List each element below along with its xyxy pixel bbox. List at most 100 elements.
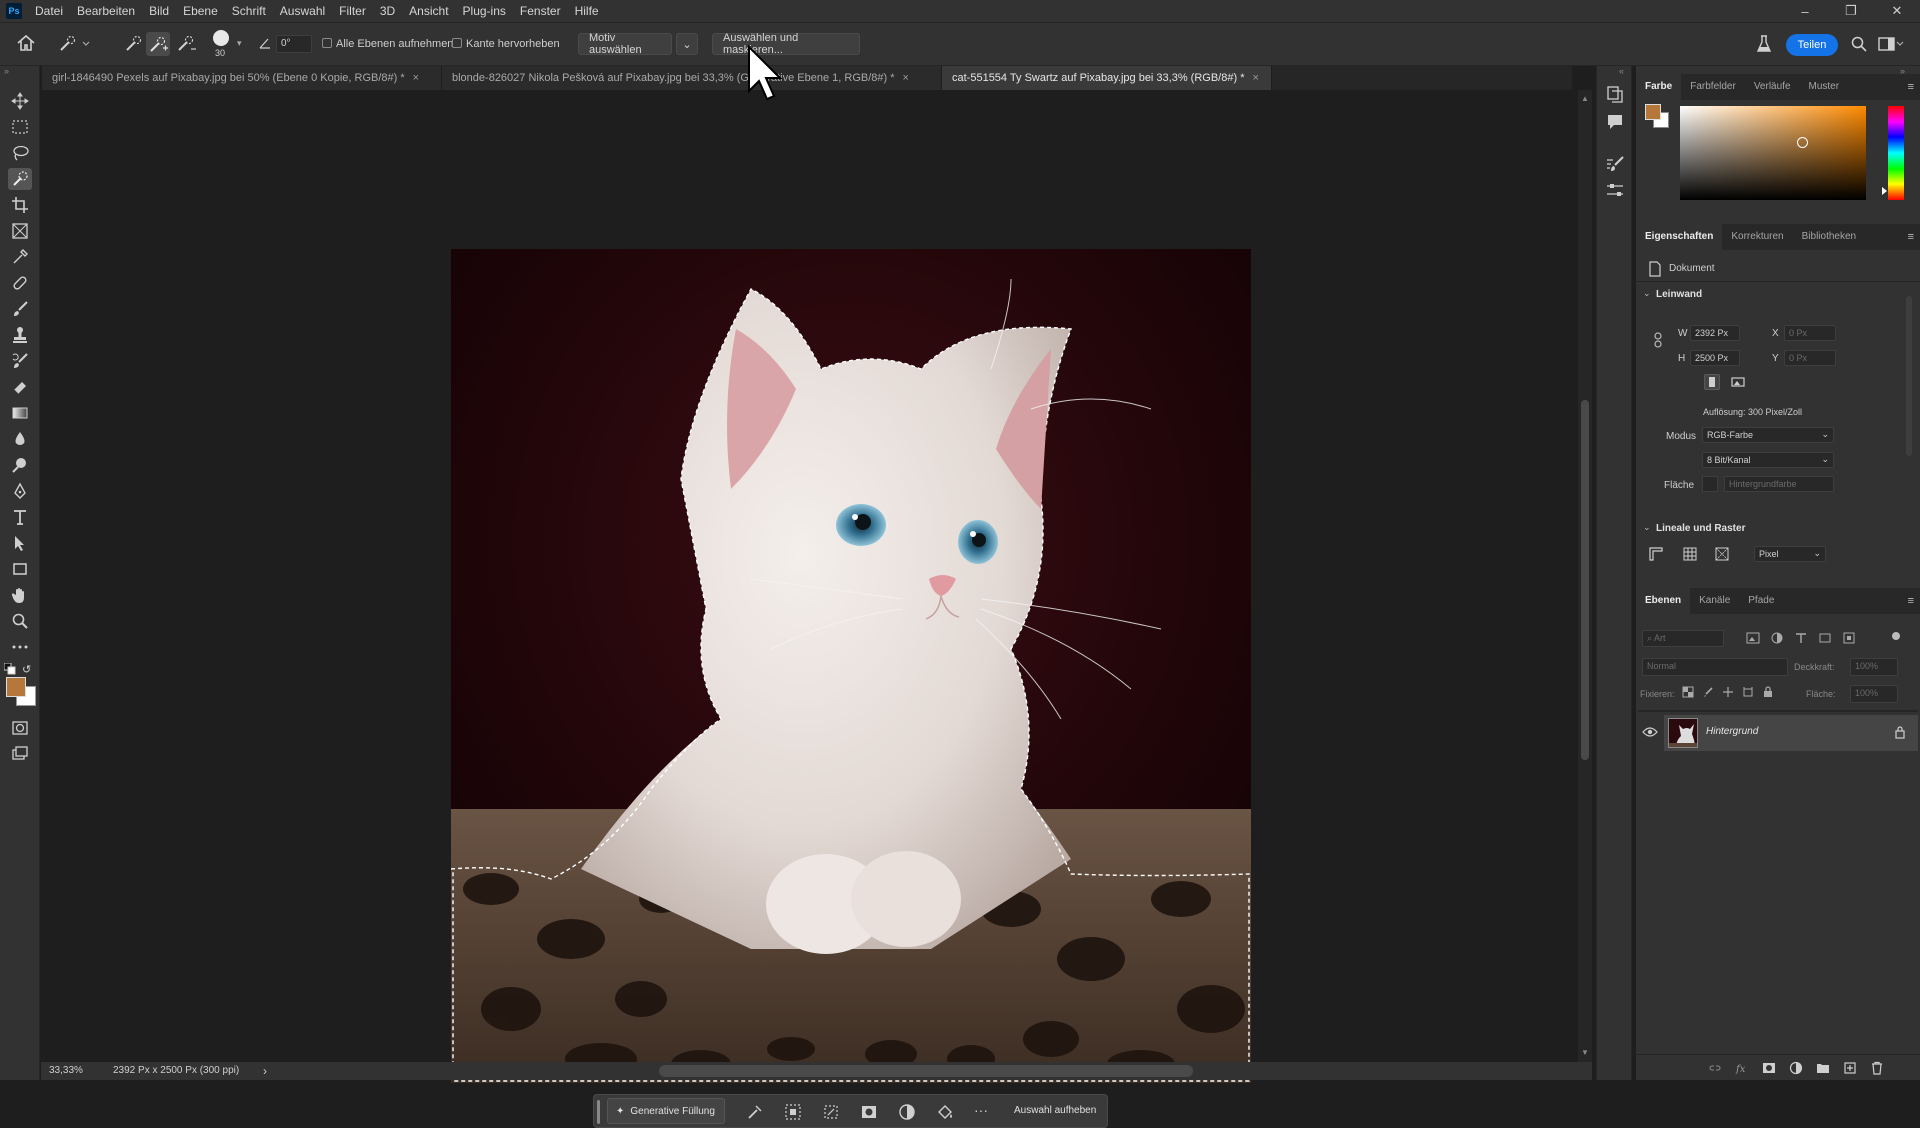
panel-menu-icon[interactable]: ≡	[1908, 81, 1914, 93]
hue-slider-handle-icon[interactable]	[1882, 187, 1887, 195]
new-adjustment-layer-icon[interactable]	[1789, 1061, 1803, 1075]
tab-bibliotheken[interactable]: Bibliotheken	[1793, 224, 1865, 250]
rectangle-tool-icon[interactable]	[8, 558, 32, 580]
scroll-up-icon[interactable]: ▲	[1581, 94, 1589, 103]
tab-cat[interactable]: cat-551554 Ty Swartz auf Pixabay.jpg bei…	[942, 66, 1272, 90]
horizontal-scroll-thumb[interactable]	[659, 1065, 1193, 1077]
brush-size-icon[interactable]	[213, 30, 229, 46]
menu-bild[interactable]: Bild	[142, 0, 176, 22]
lock-position-icon[interactable]	[1722, 686, 1734, 698]
bit-depth-select[interactable]: 8 Bit/Kanal ⌄	[1702, 452, 1834, 468]
foreground-color-swatch[interactable]	[6, 677, 26, 697]
menu-bearbeiten[interactable]: Bearbeiten	[70, 0, 142, 22]
tab-muster[interactable]: Muster	[1800, 74, 1849, 100]
scroll-down-icon[interactable]: ▼	[1581, 1048, 1589, 1057]
dodge-tool-icon[interactable]	[8, 454, 32, 476]
quick-selection-tool-icon[interactable]	[8, 168, 32, 190]
tab-pfade[interactable]: Pfade	[1739, 588, 1783, 614]
guides-icon[interactable]	[1714, 546, 1730, 562]
healing-brush-tool-icon[interactable]	[8, 272, 32, 294]
height-input[interactable]: 2500 Px	[1690, 350, 1740, 366]
opacity-input[interactable]: 100%	[1850, 658, 1898, 676]
enhance-edge-checkbox[interactable]: Kante hervorheben	[452, 38, 560, 50]
x-input[interactable]: 0 Px	[1784, 325, 1836, 341]
brush-tool-icon[interactable]	[8, 298, 32, 320]
close-tab-icon[interactable]: ×	[903, 72, 909, 84]
y-input[interactable]: 0 Px	[1784, 350, 1836, 366]
lock-artboard-icon[interactable]	[1742, 686, 1754, 698]
grid-icon[interactable]	[1682, 546, 1698, 562]
more-options-icon[interactable]: ···	[974, 1102, 988, 1118]
menu-auswahl[interactable]: Auswahl	[273, 0, 332, 22]
invert-selection-icon[interactable]	[784, 1103, 802, 1121]
sample-all-layers-checkbox[interactable]: Alle Ebenen aufnehmen	[322, 38, 453, 50]
lasso-tool-icon[interactable]	[8, 142, 32, 164]
adjustments-panel-icon[interactable]	[1605, 180, 1625, 200]
fx-icon[interactable]: fx	[1735, 1061, 1749, 1075]
collapse-toolbar-icon[interactable]: »	[4, 66, 9, 76]
lock-pixels-icon[interactable]	[1702, 686, 1714, 698]
zoom-tool-icon[interactable]	[8, 610, 32, 632]
search-icon[interactable]	[1850, 35, 1868, 53]
delete-layer-icon[interactable]	[1870, 1061, 1884, 1075]
panel-menu-icon[interactable]: ≡	[1908, 231, 1914, 243]
eye-visibility-icon[interactable]	[1642, 726, 1658, 738]
image-filter-icon[interactable]	[1746, 632, 1760, 644]
tab-girl[interactable]: girl-1846490 Pexels auf Pixabay.jpg bei …	[42, 66, 442, 90]
brush-dropdown-icon[interactable]: ▾	[237, 38, 242, 49]
history-brush-tool-icon[interactable]	[8, 350, 32, 372]
quick-selection-preset-icon[interactable]	[58, 35, 92, 53]
canvas-area[interactable]: ✦ Generative Füllung ··· Auswahl aufheben	[41, 45, 1578, 1128]
chevron-down-icon[interactable]: ⌄	[1643, 288, 1651, 299]
menu-ebene[interactable]: Ebene	[176, 0, 225, 22]
add-to-selection-icon[interactable]	[146, 32, 170, 56]
width-input[interactable]: 2392 Px	[1690, 325, 1740, 341]
fill-color-swatch[interactable]	[1702, 476, 1718, 492]
close-tab-icon[interactable]: ×	[1252, 72, 1258, 84]
mode-select[interactable]: RGB-Farbe ⌄	[1702, 427, 1834, 443]
link-layers-icon[interactable]	[1708, 1061, 1722, 1075]
rulers-grid-section-title[interactable]: Lineale und Raster	[1656, 523, 1745, 534]
menu-schrift[interactable]: Schrift	[225, 0, 273, 22]
quick-mask-icon[interactable]	[8, 717, 32, 739]
layer-row-hintergrund[interactable]: Hintergrund	[1664, 715, 1918, 751]
link-icon[interactable]	[1652, 332, 1664, 348]
history-panel-icon[interactable]	[1605, 84, 1625, 104]
menu-hilfe[interactable]: Hilfe	[568, 0, 606, 22]
lock-transparency-icon[interactable]	[1682, 686, 1694, 698]
panel-menu-icon[interactable]: ≡	[1908, 595, 1914, 607]
comments-panel-icon[interactable]	[1605, 112, 1625, 132]
mask-icon[interactable]	[860, 1103, 878, 1121]
new-group-icon[interactable]	[1816, 1061, 1830, 1075]
status-menu-arrow[interactable]: ›	[263, 1064, 267, 1078]
tab-farbe[interactable]: Farbe	[1636, 74, 1682, 100]
blend-mode-select[interactable]: Normal	[1642, 658, 1788, 676]
eyedropper-tool-icon[interactable]	[8, 246, 32, 268]
zoom-level[interactable]: 33,33%	[49, 1065, 83, 1076]
ruler-units-select[interactable]: Pixel ⌄	[1754, 546, 1826, 562]
color-picker-handle[interactable]	[1797, 137, 1808, 148]
tab-kanaele[interactable]: Kanäle	[1690, 588, 1739, 614]
flask-icon[interactable]	[1755, 34, 1773, 54]
new-layer-icon[interactable]	[1843, 1061, 1857, 1075]
path-selection-tool-icon[interactable]	[8, 532, 32, 554]
pen-tool-icon[interactable]	[8, 480, 32, 502]
canvas-section-title[interactable]: Leinwand	[1656, 289, 1702, 300]
blur-tool-icon[interactable]	[8, 428, 32, 450]
hue-slider[interactable]	[1888, 106, 1904, 200]
more-tools-icon[interactable]	[8, 636, 32, 658]
marquee-tool-icon[interactable]	[8, 116, 32, 138]
shape-filter-icon[interactable]	[1818, 632, 1832, 644]
default-colors-icon[interactable]	[4, 663, 16, 675]
adjustment-layer-icon[interactable]	[898, 1103, 916, 1121]
transform-selection-icon[interactable]	[822, 1103, 840, 1121]
generative-fill-button[interactable]: ✦ Generative Füllung	[607, 1098, 725, 1124]
tab-verlaeufe[interactable]: Verläufe	[1745, 74, 1800, 100]
brush-settings-panel-icon[interactable]	[1605, 154, 1625, 174]
tab-korrekturen[interactable]: Korrekturen	[1722, 224, 1792, 250]
tab-farbfelder[interactable]: Farbfelder	[1681, 74, 1745, 100]
clone-stamp-tool-icon[interactable]	[8, 324, 32, 346]
select-subject-dropdown[interactable]: ⌄	[676, 33, 698, 55]
layer-lock-icon[interactable]	[1894, 725, 1906, 739]
screen-mode-icon[interactable]	[8, 743, 32, 765]
